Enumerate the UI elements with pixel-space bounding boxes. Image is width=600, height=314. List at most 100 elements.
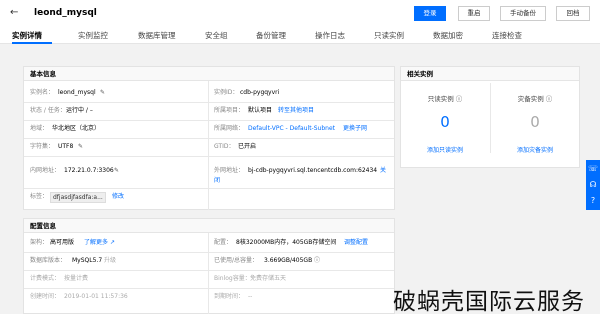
readonly-count: 0 [440,113,450,131]
version-label: 数据库版本： [30,257,67,264]
edit-charset-icon[interactable]: ✎ [78,139,83,155]
basic-info-panel: 基本信息 实例名： leond_mysql ✎ 实例ID： cdb-pygqyv… [23,66,395,210]
rollback-button[interactable]: 回档 [556,6,590,21]
row-address-wrap: 闭 [210,173,250,189]
readonly-info-icon[interactable]: ⓘ [456,95,463,103]
top-bar: ← leond_mysql 登录 重启 手动备份 回档 [0,0,600,26]
page-title: leond_mysql [34,8,97,18]
row-region-network: 地域： 华北地区（北京） 所属网络： Default-VPC - Default… [24,121,394,137]
adjust-config-link[interactable]: 调整配置 [344,235,368,251]
tab-operation-log[interactable]: 操作日志 [315,30,345,41]
extranet-address-value: bj-cdb-pygqyvri.sql.tencentcdb.com:62434 [248,167,378,174]
basic-info-heading: 基本信息 [24,67,394,81]
usage-info-icon[interactable]: ⓘ [314,253,320,269]
instance-id-value: cdb-pygqyvri [240,89,280,96]
row-version-usage: 数据库版本： MySQL5.7 升级 已使用/总容量： 3.669GB/405G… [24,253,394,269]
row-name-id: 实例名： leond_mysql ✎ 实例ID： cdb-pygqyvri [24,85,394,101]
billing-value: 按量计费 [64,275,89,282]
expire-value: -- [248,293,253,300]
charset-label: 字符集： [30,143,55,150]
region-value: 华北地区（北京） [52,125,101,132]
arch-value: 高可用版 [50,239,75,246]
row-address: 内网地址： 172.21.0.7:3306 ✎ 外网地址： bj-cdb-pyg… [24,163,394,179]
headset-icon[interactable]: ☊ [588,180,598,189]
row-charset-gtid: 字符集： UTF8 ✎ GTID： 已开启 [24,139,394,155]
spec-label: 配置： [214,239,233,246]
readonly-label: 只读实例 [427,95,454,103]
disaster-count: 0 [530,113,540,131]
expire-label: 到期时间： [214,293,245,300]
network-label: 所属网络： [214,125,245,132]
tags-label: 标签： [30,193,49,200]
version-value: MySQL5.7 [72,257,103,264]
manual-backup-button[interactable]: 手动备份 [500,6,546,21]
tag-chip: dfjasdjfasdfa:a... [50,192,106,203]
tab-readonly-instances[interactable]: 只读实例 [374,30,404,41]
disaster-info-icon[interactable]: ⓘ [546,95,553,103]
help-icon[interactable]: ? [588,196,598,205]
created-value: 2019-01-01 11:57:36 [64,293,128,300]
usage-label: 已使用/总容量： [214,257,259,264]
usage-value: 3.669GB/405GB [264,257,313,264]
readonly-title: 只读实例 ⓘ [401,93,489,103]
project-label: 所属项目： [214,107,245,114]
change-project-link[interactable]: 转至其他项目 [278,103,314,119]
disaster-title: 灾备实例 ⓘ [491,93,579,103]
name-label: 实例名： [30,89,55,96]
tab-bar: 实例详情 实例监控 数据库管理 安全组 备份管理 操作日志 只读实例 数据加密 … [0,26,600,44]
floating-contact-bar[interactable]: ☏ ☊ ? [586,160,600,210]
phone-icon[interactable]: ☏ [588,164,598,173]
intranet-label: 内网地址： [30,167,61,174]
add-readonly-link[interactable]: 添加只读实例 [401,145,489,154]
learn-more-link[interactable]: 了解更多 [84,235,108,251]
config-info-panel: 配置信息 架构： 高可用版 了解更多 ↗ 配置： 8核32000MB内存，405… [23,218,395,314]
id-label: 实例ID： [214,89,239,96]
add-disaster-link[interactable]: 添加灾备实例 [491,145,579,154]
related-instances-panel: 相关实例 只读实例 ⓘ 0 添加只读实例 灾备实例 ⓘ 0 添加灾备实例 [400,66,580,168]
tab-backup-management[interactable]: 备份管理 [256,30,286,41]
network-link[interactable]: Default-VPC - Default-Subnet [248,121,335,137]
tab-connection-check[interactable]: 连接检查 [492,30,522,41]
status-value: 运行中 / – [66,107,93,114]
tab-data-encryption[interactable]: 数据加密 [433,30,463,41]
row-arch-spec: 架构： 高可用版 了解更多 ↗ 配置： 8核32000MB内存，405GB存储空… [24,235,394,251]
arch-label: 架构： [30,239,49,246]
edit-address-icon[interactable]: ✎ [114,163,119,179]
tab-database-management[interactable]: 数据库管理 [138,30,176,41]
tab-security-group[interactable]: 安全组 [205,30,228,41]
change-subnet-link[interactable]: 更换子网 [343,121,367,137]
close-extranet-link[interactable]: 关 [380,163,386,179]
project-value: 默认项目 [248,107,273,114]
login-button[interactable]: 登录 [414,6,446,21]
row-tags: 标签： dfjasdjfasdfa:a... 修改 [24,189,394,205]
restart-button[interactable]: 重启 [458,6,490,21]
status-label: 状态 / 任务： [30,107,66,114]
gtid-value: 已开启 [238,143,257,150]
close-extranet-link-wrap[interactable]: 闭 [214,173,220,189]
disaster-label: 灾备实例 [517,95,544,103]
charset-value: UTF8 [58,143,74,150]
edit-name-icon[interactable]: ✎ [100,85,105,101]
intranet-address-value: 172.21.0.7:3306 [64,167,114,174]
row-status-project: 状态 / 任务： 运行中 / – 所属项目： 默认项目 转至其他项目 [24,103,394,119]
active-tab-indicator [12,42,52,44]
watermark-text: 破蜗壳国际云服务 [393,289,585,314]
binlog-value: 免费存储五天 [250,275,287,282]
tab-instance-details[interactable]: 实例详情 [12,30,42,41]
related-instances-heading: 相关实例 [401,67,579,81]
disaster-instances-block: 灾备实例 ⓘ 0 添加灾备实例 [491,83,579,154]
binlog-label: Binlog容量： [214,275,251,282]
gtid-label: GTID： [214,143,235,150]
upgrade-link[interactable]: 升级 [104,253,116,269]
back-arrow-icon[interactable]: ← [10,7,18,18]
config-info-heading: 配置信息 [24,219,394,233]
region-label: 地域： [30,125,49,132]
spec-value: 8核32000MB内存，405GB存储空间 [236,239,337,246]
row-created-expire: 创建时间： 2019-01-01 11:57:36 到期时间： -- [24,289,394,305]
external-link-icon[interactable]: ↗ [110,235,115,251]
edit-tags-link[interactable]: 修改 [112,189,124,205]
instance-name-value: leond_mysql [58,89,96,96]
created-label: 创建时间： [30,293,61,300]
tab-instance-monitor[interactable]: 实例监控 [78,30,108,41]
readonly-instances-block: 只读实例 ⓘ 0 添加只读实例 [401,83,489,154]
